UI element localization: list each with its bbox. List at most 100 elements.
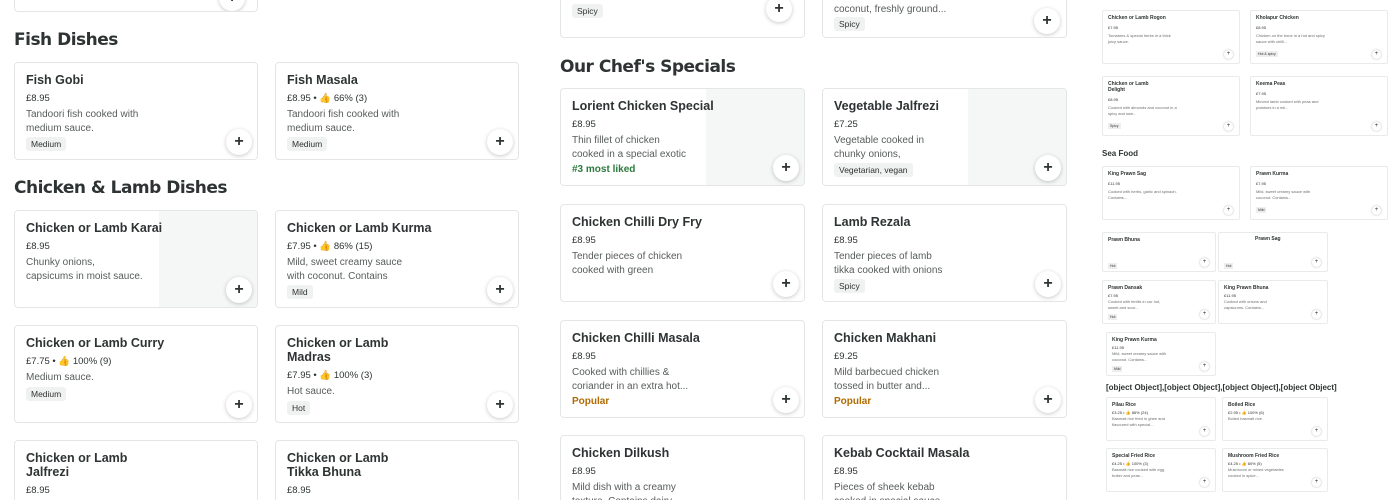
add-item-button[interactable]: +: [773, 271, 799, 297]
item-name: Fish Masala: [287, 73, 358, 87]
add-item-button[interactable]: +: [773, 387, 799, 413]
menu-item-card[interactable]: Chicken Chilli Dry Fry £8.95 Tender piec…: [560, 204, 805, 302]
menu-item-card-partial[interactable]: coconut, freshly ground... Spicy +: [822, 0, 1067, 38]
add-item-button[interactable]: +: [766, 0, 792, 22]
mini-card[interactable]: Chicken or Lamb Delight £8.95 Cooked wit…: [1102, 76, 1240, 136]
mini-add-button[interactable]: +: [1224, 122, 1233, 131]
mini-add-button[interactable]: +: [1372, 206, 1381, 215]
mini-card[interactable]: Prawn Sag: [1250, 232, 1388, 272]
menu-item-card[interactable]: Chicken or Lamb Karai £8.95 Chunky onion…: [14, 210, 258, 308]
most-liked-badge: #3 most liked: [572, 164, 636, 175]
mini-add-button[interactable]: +: [1372, 122, 1381, 131]
menu-item-card[interactable]: Chicken or Lamb Tikka Bhuna £8.95: [275, 440, 519, 500]
dietary-tag: Medium: [26, 137, 67, 151]
menu-item-card[interactable]: Fish Masala £8.95 • 👍 66% (3) Tandoori f…: [275, 62, 519, 160]
dietary-tag: Mild: [287, 285, 313, 299]
add-item-button[interactable]: +: [1035, 387, 1061, 413]
dietary-tag: Medium: [287, 137, 328, 151]
mini-card[interactable]: King Prawn Sag £11.95 Cooked with herbs,…: [1102, 166, 1240, 220]
dietary-tag: Spicy: [834, 279, 865, 293]
menu-item-card[interactable]: Chicken Dilkush £8.95 Mild dish with a c…: [560, 435, 805, 500]
add-item-button[interactable]: +: [487, 392, 513, 418]
menu-item-card[interactable]: Vegetable Jalfrezi £7.25 Vegetable cooke…: [822, 88, 1067, 186]
mini-add-button[interactable]: +: [1200, 478, 1209, 487]
menu-item-card-partial[interactable]: Spicy +: [560, 0, 805, 38]
item-price: £8.95: [26, 93, 50, 104]
item-price: £7.95 • 👍 100% (3): [287, 370, 373, 381]
add-item-button[interactable]: +: [487, 129, 513, 155]
menu-item-card[interactable]: Chicken or Lamb Madras £7.95 • 👍 100% (3…: [275, 325, 519, 423]
mini-add-button[interactable]: +: [1200, 427, 1209, 436]
mini-card[interactable]: Boiled Rice £2.95 • 👍 100% (6) Boiled ba…: [1222, 397, 1328, 441]
item-name: Chicken or Lamb Jalfrezi: [26, 451, 128, 479]
item-price: £8.95: [834, 466, 858, 477]
add-item-button[interactable]: +: [226, 392, 252, 418]
item-price: £7.95 • 👍 86% (15): [287, 241, 373, 252]
mini-add-button[interactable]: +: [1312, 427, 1321, 436]
menu-item-card[interactable]: Chicken or Lamb Curry £7.75 • 👍 100% (9)…: [14, 325, 258, 423]
mini-card[interactable]: King Prawn Kurma £11.95 Mild, sweet crea…: [1106, 332, 1216, 376]
mini-add-button[interactable]: +: [1312, 310, 1321, 319]
dietary-tag: Vegetarian, vegan: [834, 163, 913, 177]
menu-item-card[interactable]: Chicken Makhani £9.25 Mild barbecued chi…: [822, 320, 1067, 418]
mini-card[interactable]: Kholapur Chicken £8.95 Chicken on the bo…: [1250, 10, 1388, 64]
menu-item-card[interactable]: Chicken or Lamb Kurma £7.95 • 👍 86% (15)…: [275, 210, 519, 308]
mini-add-button[interactable]: +: [1372, 50, 1381, 59]
mini-card[interactable]: Mushroom Fried Rice £4.25 • 👍 80% (5) Mu…: [1222, 448, 1328, 492]
menu-item-card[interactable]: Lamb Rezala £8.95 Tender pieces of lamb …: [822, 204, 1067, 302]
add-item-button[interactable]: +: [1034, 8, 1060, 34]
item-price: £9.25: [834, 351, 858, 362]
menu-item-card[interactable]: Chicken Chilli Masala £8.95 Cooked with …: [560, 320, 805, 418]
mini-card[interactable]: Keema Peas £7.95 Minced lamb cooked with…: [1250, 76, 1388, 136]
item-price: £8.95: [26, 241, 50, 252]
mini-add-button[interactable]: +: [1200, 258, 1209, 267]
add-item-button[interactable]: +: [1035, 271, 1061, 297]
item-description: coconut, freshly ground...: [834, 4, 947, 15]
mini-add-button[interactable]: +: [1200, 362, 1209, 371]
add-item-button[interactable]: +: [219, 0, 245, 11]
item-price: £8.95: [26, 485, 50, 496]
item-name: Lamb Rezala: [834, 215, 911, 229]
add-item-button[interactable]: +: [773, 155, 799, 181]
item-name: Chicken or Lamb Tikka Bhuna: [287, 451, 389, 479]
menu-item-card-partial[interactable]: +: [14, 0, 258, 12]
item-description: Vegetable cooked in chunky onions, capsi…: [834, 135, 925, 160]
popular-badge: Popular: [572, 396, 610, 407]
menu-item-card[interactable]: Lorient Chicken Special £8.95 Thin fille…: [560, 88, 805, 186]
item-description: Tandoori fish cooked with medium sauce. …: [26, 109, 139, 134]
mini-card[interactable]: Pilau Rice £3.25 • 👍 86% (24) Basmati ri…: [1106, 397, 1216, 441]
item-description: Thin fillet of chicken cooked in a speci…: [572, 135, 686, 160]
mini-card[interactable]: Prawn Bhuna Hot +: [1102, 232, 1216, 272]
add-item-button[interactable]: +: [487, 277, 513, 303]
item-name: Chicken Makhani: [834, 331, 937, 345]
mini-card[interactable]: King Prawn Bhuna £11.95 Cooked with onio…: [1218, 280, 1328, 324]
mini-add-button[interactable]: +: [1200, 310, 1209, 319]
mini-add-button[interactable]: +: [1224, 206, 1233, 215]
add-item-button[interactable]: +: [226, 277, 252, 303]
menu-item-card[interactable]: Fish Gobi £8.95 Tandoori fish cooked wit…: [14, 62, 258, 160]
add-item-button[interactable]: +: [1035, 155, 1061, 181]
menu-item-card[interactable]: Kebab Cocktail Masala £8.95 Pieces of sh…: [822, 435, 1067, 500]
item-description: Tandoori fish cooked with medium sauce. …: [287, 109, 400, 134]
mini-card[interactable]: Special Fried Rice £4.25 • 👍 100% (3) Ba…: [1106, 448, 1216, 492]
item-description: Hot sauce.: [287, 386, 335, 397]
item-price: £8.95: [572, 351, 596, 362]
section-title-chicken-lamb: Chicken & Lamb Dishes: [14, 178, 228, 198]
dietary-tag: Spicy: [834, 17, 865, 31]
mini-card[interactable]: Prawn Kurma £7.95 Mild, sweet creamy sau…: [1250, 166, 1388, 220]
section-title-chefs-specials: Our Chef's Specials: [560, 57, 736, 77]
mini-card[interactable]: Chicken or Lamb Rogon £7.95 Tomatoes & s…: [1102, 10, 1240, 64]
item-name: Kebab Cocktail Masala: [834, 446, 970, 460]
item-price: £8.95: [287, 485, 311, 496]
mini-add-button[interactable]: +: [1312, 478, 1321, 487]
item-name: Chicken or Lamb Karai: [26, 221, 163, 235]
item-description: Pieces of sheek kebab cooked in special …: [834, 482, 949, 500]
minimap-section-rice: [object Object],[object Object],[object …: [1106, 383, 1337, 392]
mini-add-button[interactable]: +: [1224, 50, 1233, 59]
mini-card[interactable]: Prawn Dansak £7.95 Cooked with lentils i…: [1102, 280, 1216, 324]
dietary-tag: Medium: [26, 387, 67, 401]
item-description: Tender pieces of lamb tikka cooked with …: [834, 251, 943, 276]
item-name: Chicken Chilli Masala: [572, 331, 700, 345]
add-item-button[interactable]: +: [226, 129, 252, 155]
menu-item-card[interactable]: Chicken or Lamb Jalfrezi £8.95: [14, 440, 258, 500]
